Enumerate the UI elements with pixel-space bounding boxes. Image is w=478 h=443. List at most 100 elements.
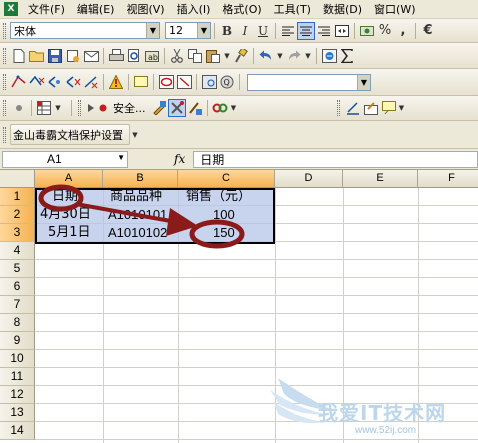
autosum-icon[interactable] (338, 47, 356, 65)
script-editor-icon[interactable] (186, 99, 204, 117)
column-header-f[interactable]: F (418, 170, 478, 188)
menu-edit[interactable]: 编辑(E) (73, 1, 123, 17)
column-header-a[interactable]: A (35, 170, 103, 188)
euro-button[interactable]: € (419, 22, 437, 40)
design-mode-icon[interactable] (150, 99, 168, 117)
align-center-icon[interactable] (297, 21, 315, 40)
remove-precedents-icon[interactable] (28, 73, 46, 91)
toolbar-grip[interactable] (78, 100, 81, 116)
fx-icon[interactable]: fx (174, 152, 185, 166)
row-header-14[interactable]: 14 (0, 422, 35, 440)
new-document-icon[interactable] (10, 47, 28, 65)
chevron-down-icon[interactable]: ▼ (117, 153, 125, 162)
toolbar-grip[interactable] (3, 100, 6, 116)
menu-window[interactable]: 窗口(W) (370, 1, 423, 17)
align-right-icon[interactable] (315, 22, 333, 40)
toolbar-grip[interactable] (3, 74, 6, 90)
cell-b2[interactable]: A1010101 (108, 206, 176, 224)
row-header-9[interactable]: 9 (0, 332, 35, 350)
row-header-12[interactable]: 12 (0, 386, 35, 404)
format-painter-icon[interactable] (232, 47, 250, 65)
play-icon[interactable] (85, 99, 97, 117)
column-header-d[interactable]: D (275, 170, 343, 188)
cell-a1[interactable]: 日期 (52, 188, 78, 206)
permission-icon[interactable] (64, 47, 82, 65)
merge-center-icon[interactable] (333, 22, 351, 40)
row-header-4[interactable]: 4 (0, 242, 35, 260)
comma-button[interactable]: , (394, 22, 412, 40)
menu-insert[interactable]: 插入(I) (173, 1, 219, 17)
remove-dependents-icon[interactable] (64, 73, 82, 91)
column-header-b[interactable]: B (103, 170, 178, 188)
grid-table-icon[interactable] (35, 99, 53, 117)
align-left-icon[interactable] (279, 22, 297, 40)
tools-wrench-icon[interactable] (167, 99, 186, 117)
cell-b1[interactable]: 商品品种 (110, 188, 162, 206)
trace-error-icon[interactable] (107, 73, 125, 91)
menu-view[interactable]: 视图(V) (122, 1, 172, 17)
menu-tools[interactable]: 工具(T) (270, 1, 319, 17)
cell-b3[interactable]: A1010102 (108, 224, 176, 242)
bold-button[interactable]: B (218, 22, 236, 40)
underline-button[interactable]: U (254, 22, 272, 40)
form-icon[interactable] (362, 99, 380, 117)
column-header-c[interactable]: C (178, 170, 275, 188)
toolbar-grip[interactable] (3, 47, 6, 64)
save-icon[interactable] (46, 47, 64, 65)
row-header-7[interactable]: 7 (0, 296, 35, 314)
chevron-down-icon[interactable]: ▼ (229, 99, 239, 117)
percent-button[interactable]: % (376, 22, 394, 40)
name-box[interactable]: A1 ▼ (2, 150, 128, 168)
excel-app-icon[interactable]: X (4, 2, 18, 16)
cell-a3[interactable]: 5月1日 (48, 224, 91, 242)
row-header-5[interactable]: 5 (0, 260, 35, 278)
paste-icon[interactable] (204, 47, 222, 65)
chevron-down-icon[interactable]: ▼ (197, 23, 210, 38)
hyperlink-icon[interactable] (320, 47, 338, 65)
link-icon[interactable] (211, 99, 229, 117)
row-header-8[interactable]: 8 (0, 314, 35, 332)
row-header-6[interactable]: 6 (0, 278, 35, 296)
cell-c2[interactable]: 100 (213, 206, 235, 224)
chevron-down-icon[interactable]: ▼ (130, 126, 140, 144)
record-icon[interactable] (97, 99, 109, 117)
font-name-select[interactable]: 宋体 ▼ (10, 22, 160, 39)
row-header-10[interactable]: 10 (0, 350, 35, 368)
security-button[interactable]: 安全... (109, 100, 150, 116)
formula-auditing-select[interactable]: ▼ (247, 73, 371, 91)
clear-validation-circles-icon[interactable] (175, 73, 193, 91)
cell-a2[interactable]: 4月30日 (40, 206, 91, 224)
research-icon[interactable]: ab (143, 47, 161, 65)
print-preview-icon[interactable] (125, 47, 143, 65)
toolbar-grip[interactable] (336, 100, 340, 116)
chevron-down-icon[interactable]: ▼ (222, 47, 232, 65)
new-comment-icon[interactable] (132, 73, 150, 91)
row-header-11[interactable]: 11 (0, 368, 35, 386)
chevron-down-icon[interactable]: ▼ (275, 47, 285, 65)
row-header-1[interactable]: 1 (0, 188, 35, 206)
row-header-3[interactable]: 3 (0, 224, 35, 242)
italic-button[interactable]: I (236, 22, 254, 40)
cut-icon[interactable] (168, 47, 186, 65)
cell-c3[interactable]: 150 (213, 224, 235, 242)
column-header-e[interactable]: E (343, 170, 418, 188)
radio-dot-icon[interactable] (10, 99, 28, 117)
menu-file[interactable]: 文件(F) (24, 1, 73, 17)
evaluate-formula-icon[interactable]: Q (218, 73, 236, 91)
chevron-down-icon[interactable]: ▼ (398, 99, 406, 117)
currency-icon[interactable] (358, 22, 376, 40)
cell-c1[interactable]: 销售（元） (186, 188, 251, 206)
comment-edit-icon[interactable] (380, 99, 398, 117)
jinshan-protect-button[interactable]: 金山毒霸文档保护设置 (10, 124, 130, 145)
trace-dependents-icon[interactable] (46, 73, 64, 91)
row-header-2[interactable]: 2 (0, 206, 35, 224)
chevron-down-icon[interactable]: ▼ (146, 23, 159, 38)
copy-icon[interactable] (186, 47, 204, 65)
chevron-down-icon[interactable]: ▼ (53, 99, 63, 117)
font-size-select[interactable]: 12 ▼ (165, 22, 211, 39)
toolbar-grip[interactable] (3, 22, 6, 39)
show-watch-window-icon[interactable] (200, 73, 218, 91)
email-icon[interactable] (82, 47, 100, 65)
select-all-corner[interactable] (0, 170, 35, 188)
circle-invalid-data-icon[interactable] (157, 73, 175, 91)
